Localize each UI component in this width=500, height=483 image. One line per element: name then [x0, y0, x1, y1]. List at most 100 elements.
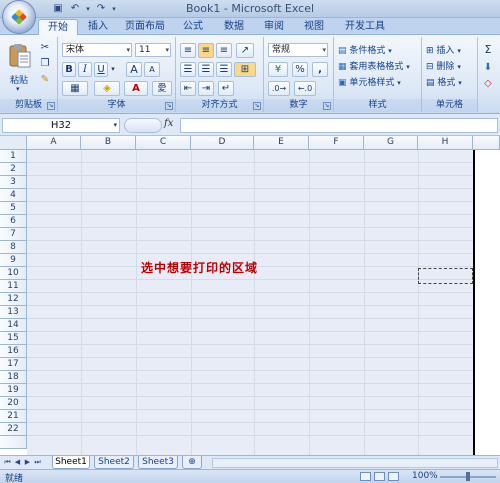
column-header[interactable]: A: [27, 136, 81, 150]
paste-icon[interactable]: [8, 43, 32, 69]
row-header[interactable]: 4: [0, 189, 27, 202]
horizontal-scrollbar[interactable]: [212, 458, 498, 468]
align-right-icon[interactable]: ☰: [216, 62, 232, 77]
last-sheet-icon[interactable]: ⏭: [33, 458, 42, 467]
tab-review[interactable]: 审阅: [258, 19, 290, 35]
borders-icon[interactable]: ▦: [62, 81, 88, 96]
insert-function-button[interactable]: fx: [164, 118, 173, 129]
page-break-view-icon[interactable]: [388, 472, 399, 481]
underline-dropdown-icon[interactable]: ▾: [109, 62, 117, 77]
paste-dropdown-icon[interactable]: ▾: [16, 85, 20, 93]
phonetic-icon[interactable]: 愛: [152, 81, 172, 96]
increase-decimal-icon[interactable]: .0→: [268, 81, 290, 96]
font-launcher-icon[interactable]: ↘: [165, 102, 173, 110]
column-header[interactable]: H: [418, 136, 473, 150]
cell-styles-button[interactable]: ▣ 单元格样式 ▾: [338, 75, 401, 88]
unselected-column[interactable]: [475, 150, 500, 455]
format-painter-icon[interactable]: ✎: [38, 73, 52, 88]
row-header[interactable]: 21: [0, 410, 27, 423]
tab-view[interactable]: 视图: [298, 19, 330, 35]
tab-developer[interactable]: 开发工具: [338, 19, 392, 35]
increase-indent-icon[interactable]: ⇥: [198, 81, 214, 96]
tab-page-layout[interactable]: 页面布局: [118, 19, 172, 35]
row-header[interactable]: 18: [0, 371, 27, 384]
copy-icon[interactable]: ❐: [38, 57, 52, 72]
underline-button[interactable]: U: [94, 62, 108, 77]
fill-icon[interactable]: ⬇: [482, 61, 494, 76]
row-header[interactable]: 12: [0, 293, 27, 306]
alignment-launcher-icon[interactable]: ↘: [253, 102, 261, 110]
row-header[interactable]: 17: [0, 358, 27, 371]
font-name-select[interactable]: 宋体 ▾: [62, 43, 132, 57]
insert-sheet-icon[interactable]: ⊕: [182, 456, 202, 469]
row-header[interactable]: 2: [0, 163, 27, 176]
row-header[interactable]: 15: [0, 332, 27, 345]
format-cells-button[interactable]: ▤ 格式 ▾: [426, 75, 462, 88]
tab-formulas[interactable]: 公式: [176, 19, 210, 35]
row-header[interactable]: 22: [0, 423, 27, 436]
select-all-corner[interactable]: [0, 136, 27, 150]
sheet-tab-sheet1[interactable]: Sheet1: [52, 456, 90, 469]
name-box[interactable]: H32 ▾: [2, 118, 120, 133]
row-header[interactable]: 14: [0, 319, 27, 332]
next-sheet-icon[interactable]: ▶: [23, 458, 32, 467]
font-size-select[interactable]: 11 ▾: [135, 43, 171, 57]
italic-button[interactable]: I: [78, 62, 92, 77]
first-sheet-icon[interactable]: ⏮: [3, 458, 12, 467]
worksheet-grid[interactable]: A B C D E F G H 1 2 3 4 5 6 7 8 9 10 11 …: [0, 136, 500, 455]
clipboard-launcher-icon[interactable]: ↘: [47, 102, 55, 110]
column-header[interactable]: D: [191, 136, 254, 150]
align-top-icon[interactable]: ≡: [180, 43, 196, 58]
align-bottom-icon[interactable]: ≡: [216, 43, 232, 58]
row-header[interactable]: 13: [0, 306, 27, 319]
comma-button[interactable]: ,: [312, 62, 328, 77]
sheet-tab-sheet2[interactable]: Sheet2: [94, 456, 134, 469]
tab-data[interactable]: 数据: [218, 19, 250, 35]
autosum-button[interactable]: Σ: [482, 43, 494, 58]
zoom-slider-thumb[interactable]: [466, 472, 470, 481]
row-header[interactable]: 6: [0, 215, 27, 228]
fill-color-icon[interactable]: ◈: [94, 81, 120, 96]
column-header[interactable]: F: [309, 136, 364, 150]
delete-cells-button[interactable]: ⊟ 删除 ▾: [426, 59, 461, 72]
currency-icon[interactable]: ¥: [268, 62, 288, 77]
row-header[interactable]: 5: [0, 202, 27, 215]
cut-icon[interactable]: ✂: [38, 41, 52, 56]
decrease-indent-icon[interactable]: ⇤: [180, 81, 196, 96]
sheet-tab-sheet3[interactable]: Sheet3: [138, 456, 178, 469]
insert-cells-button[interactable]: ⊞ 插入 ▾: [426, 43, 461, 56]
formula-input[interactable]: [180, 118, 498, 133]
merge-center-icon[interactable]: ⊞: [234, 62, 256, 77]
selected-range[interactable]: [27, 150, 473, 455]
tab-insert[interactable]: 插入: [82, 19, 114, 35]
column-header[interactable]: E: [254, 136, 309, 150]
zoom-level[interactable]: 100%: [412, 471, 438, 481]
row-header[interactable]: 8: [0, 241, 27, 254]
decrease-decimal-icon[interactable]: ←.0: [294, 81, 316, 96]
align-center-icon[interactable]: ☰: [198, 62, 214, 77]
column-header-empty[interactable]: [473, 136, 500, 150]
office-button[interactable]: [2, 0, 36, 34]
column-header[interactable]: C: [136, 136, 191, 150]
normal-view-icon[interactable]: [360, 472, 371, 481]
row-header[interactable]: 19: [0, 384, 27, 397]
column-header[interactable]: G: [364, 136, 418, 150]
number-launcher-icon[interactable]: ↘: [323, 102, 331, 110]
percent-button[interactable]: %: [292, 62, 308, 77]
wrap-text-icon[interactable]: ↵: [218, 81, 234, 96]
page-layout-view-icon[interactable]: [374, 472, 385, 481]
row-header[interactable]: 9: [0, 254, 27, 267]
row-header[interactable]: 1: [0, 150, 27, 163]
row-header[interactable]: 11: [0, 280, 27, 293]
row-header[interactable]: 10: [0, 267, 27, 280]
font-color-icon[interactable]: A: [124, 81, 148, 96]
formula-expand-control[interactable]: [124, 118, 162, 133]
bold-button[interactable]: B: [62, 62, 76, 77]
column-header[interactable]: B: [81, 136, 136, 150]
prev-sheet-icon[interactable]: ◀: [13, 458, 22, 467]
conditional-format-button[interactable]: ▤ 条件格式 ▾: [338, 43, 392, 56]
row-header[interactable]: 7: [0, 228, 27, 241]
clear-icon[interactable]: ◇: [482, 77, 494, 92]
row-header-partial[interactable]: [0, 436, 27, 449]
align-middle-icon[interactable]: ≡: [198, 43, 214, 58]
